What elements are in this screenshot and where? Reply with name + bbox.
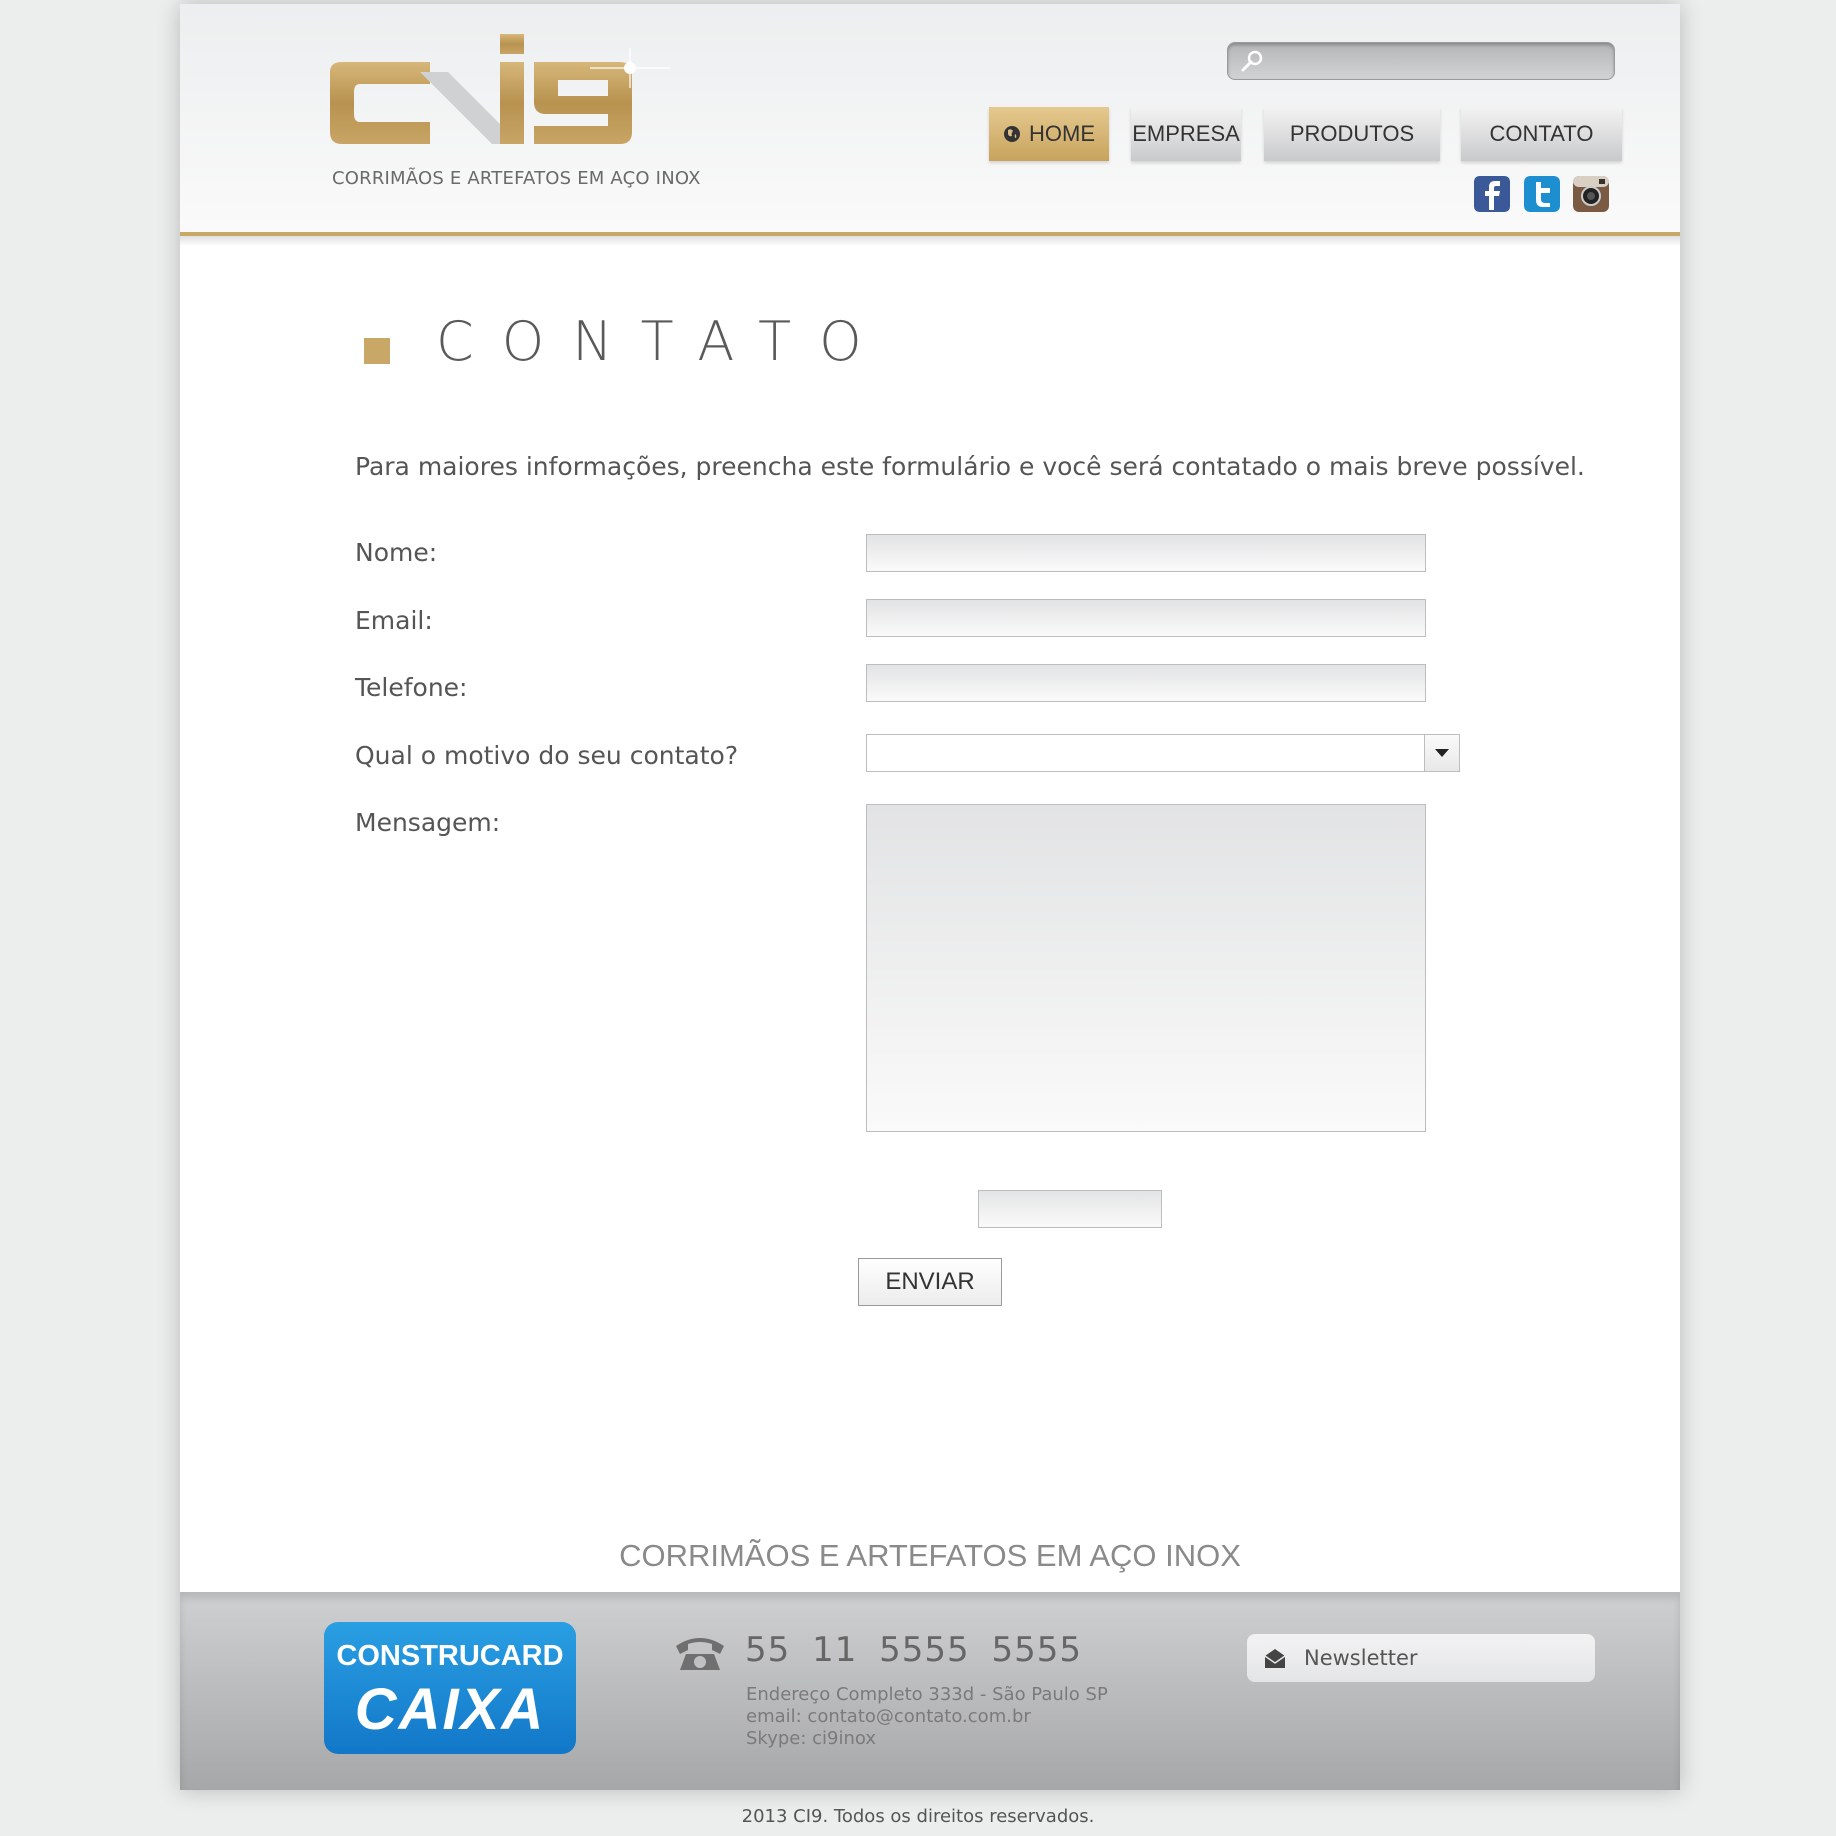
reason-label: Qual o motivo do seu contato?	[355, 741, 739, 770]
phone-number: 55 11 5555 5555	[745, 1630, 1083, 1670]
message-label: Mensagem:	[355, 808, 501, 837]
envelope-icon	[1264, 1649, 1286, 1668]
name-field[interactable]	[866, 534, 1426, 572]
dropdown-button[interactable]	[1424, 735, 1459, 771]
construcard-caixa-badge[interactable]: CONSTRUCARD CAIXA	[324, 1622, 576, 1754]
ci9-logo[interactable]	[320, 34, 740, 164]
nav-produtos-label: PRODUTOS	[1289, 121, 1415, 146]
search-input[interactable]	[1227, 42, 1615, 80]
phone-field[interactable]	[866, 664, 1426, 702]
email-field[interactable]	[866, 599, 1426, 637]
phone-label: Telefone:	[355, 673, 468, 702]
page-title: CONTATO	[436, 310, 890, 373]
reason-select[interactable]	[866, 734, 1460, 772]
nav-home[interactable]: HOME	[989, 107, 1109, 161]
captcha-field[interactable]	[978, 1190, 1162, 1228]
header-divider	[180, 236, 1680, 246]
instagram-icon[interactable]	[1573, 176, 1609, 212]
newsletter-button[interactable]: Newsletter	[1247, 1634, 1595, 1682]
brand-tagline: CORRIMÃOS E ARTEFATOS EM AÇO INOX	[332, 168, 701, 189]
nav-contato-label: CONTATO	[1489, 121, 1594, 146]
intro-text: Para maiores informações, preencha este …	[355, 452, 1585, 481]
nav-produtos[interactable]: PRODUTOS	[1264, 107, 1440, 161]
name-label: Nome:	[355, 538, 438, 567]
email-text: email: contato@contato.com.br	[746, 1706, 1031, 1727]
badge-top-text: CONSTRUCARD	[336, 1640, 564, 1672]
twitter-icon[interactable]	[1524, 176, 1560, 212]
send-button[interactable]: ENVIAR	[858, 1258, 1002, 1306]
search-icon	[1241, 50, 1263, 72]
footer: CONSTRUCARD CAIXA 55 11 5555 5555 Endere…	[180, 1592, 1680, 1790]
copyright-text: 2013 CI9. Todos os direitos reservados.	[741, 1806, 1095, 1827]
header: CORRIMÃOS E ARTEFATOS EM AÇO INOX HOME E…	[180, 4, 1680, 236]
nav-empresa-label: EMPRESA	[1132, 121, 1240, 146]
chevron-down-icon	[1435, 749, 1449, 757]
skype-text: Skype: ci9inox	[746, 1728, 877, 1749]
footer-tagline: CORRIMÃOS E ARTEFATOS EM AÇO INOX	[619, 1538, 1241, 1573]
nav-contato[interactable]: CONTATO	[1461, 107, 1622, 161]
nav-empresa[interactable]: EMPRESA	[1131, 107, 1241, 161]
globe-icon	[1004, 126, 1020, 142]
newsletter-label: Newsletter	[1304, 1646, 1418, 1670]
email-label: Email:	[355, 606, 433, 635]
address-text: Endereço Completo 333d - São Paulo SP	[746, 1684, 1108, 1705]
phone-icon	[676, 1638, 724, 1670]
title-square-icon	[364, 338, 390, 364]
facebook-icon[interactable]	[1474, 176, 1510, 212]
nav-home-label: HOME	[1029, 121, 1095, 146]
badge-bottom-text: CAIXA	[354, 1677, 546, 1742]
page-container: CORRIMÃOS E ARTEFATOS EM AÇO INOX HOME E…	[180, 4, 1680, 1790]
message-textarea[interactable]	[866, 804, 1426, 1132]
